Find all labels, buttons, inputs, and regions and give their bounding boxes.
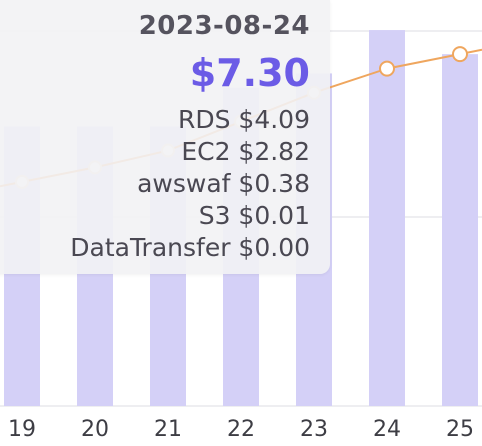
x-tick-label: 19 [8, 417, 36, 442]
data-point [452, 46, 468, 63]
tooltip-total: $7.30 [189, 51, 310, 95]
data-point [379, 60, 395, 77]
tooltip-breakdown: RDS $4.09 EC2 $2.82 awswaf $0.38 S3 $0.0… [0, 104, 310, 264]
bar [442, 54, 478, 406]
x-tick-label: 23 [300, 417, 328, 442]
x-tick-label: 25 [446, 417, 474, 442]
x-axis: 19 20 21 22 23 24 25 [8, 417, 474, 442]
tooltip-row: RDS $4.09 [177, 105, 310, 134]
tooltip-row: EC2 $2.82 [181, 137, 310, 166]
tooltip-row: awswaf $0.38 [137, 169, 310, 198]
hover-tooltip: 2023-08-24 $7.30 RDS $4.09 EC2 $2.82 aws… [0, 0, 330, 274]
cost-chart: 19 20 21 22 23 24 25 2023-08-24 $7.30 RDS $4.0… [0, 0, 482, 446]
tooltip-date: 2023-08-24 [138, 11, 310, 41]
x-tick-label: 24 [373, 417, 401, 442]
x-tick-label: 22 [227, 417, 255, 442]
bar [369, 30, 405, 406]
tooltip-row: DataTransfer $0.00 [70, 233, 310, 262]
tooltip-row: S3 $0.01 [198, 201, 310, 230]
x-tick-label: 20 [81, 417, 109, 442]
x-tick-label: 21 [154, 417, 182, 442]
